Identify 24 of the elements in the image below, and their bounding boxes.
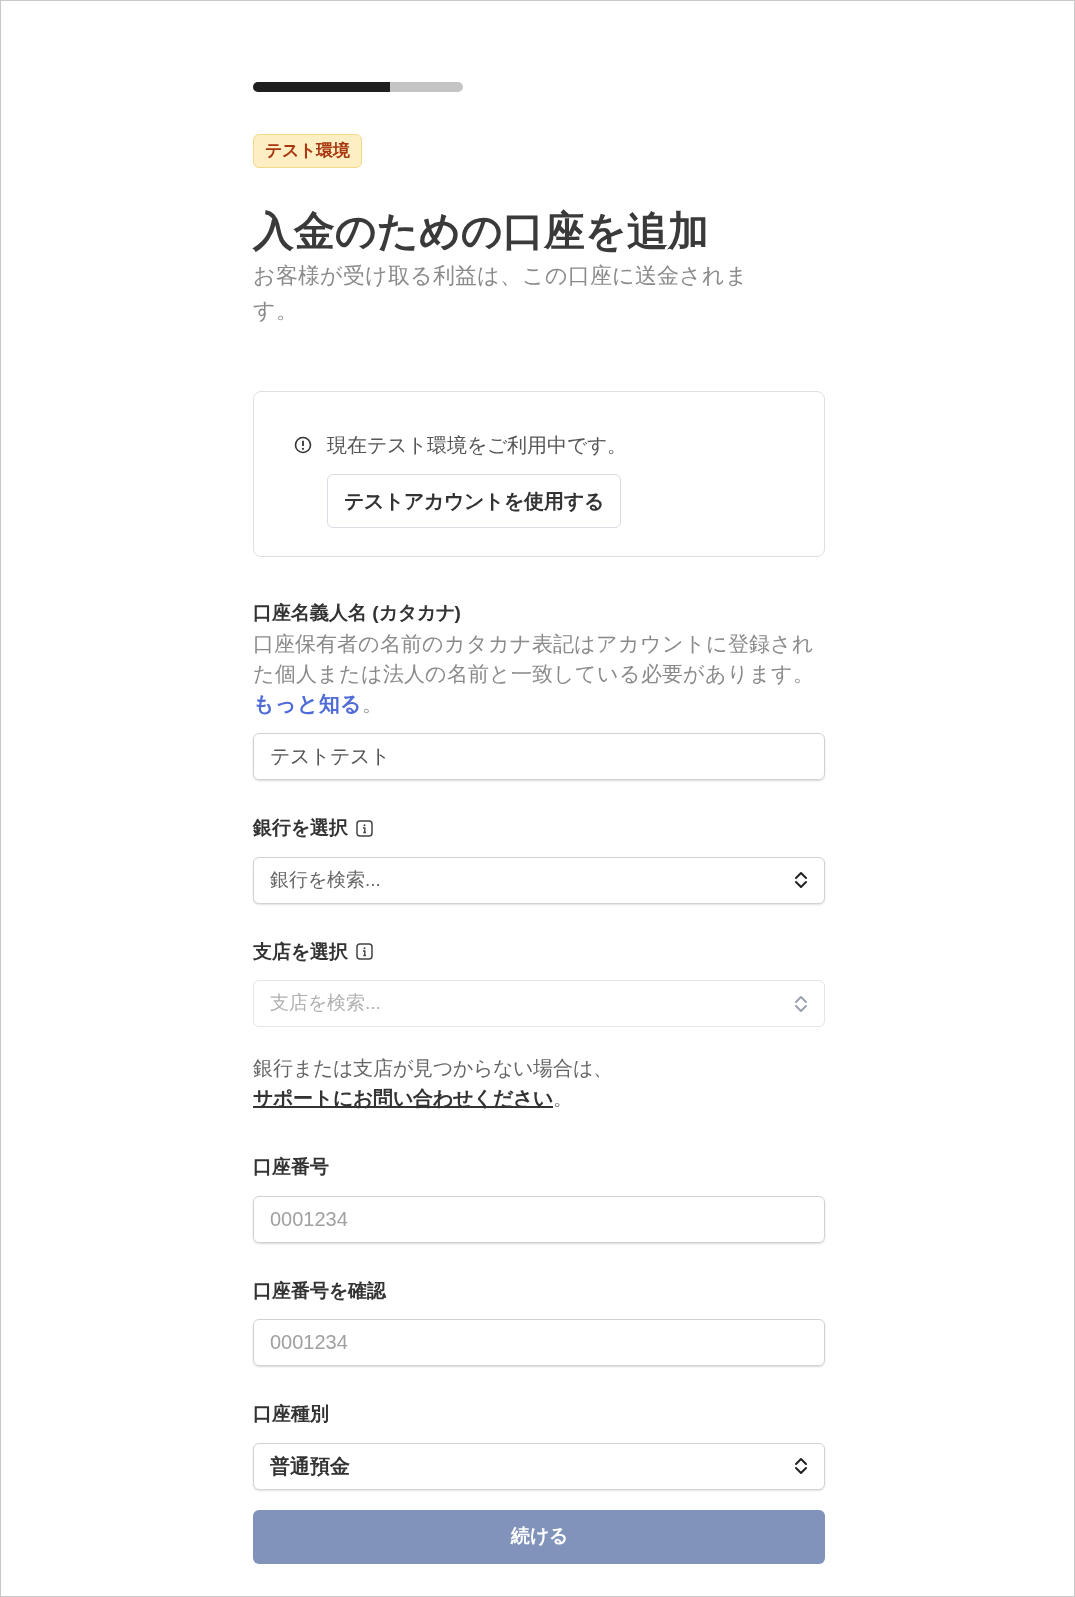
field-label: 支店を選択 <box>253 939 348 964</box>
notice-message: 現在テスト環境をご利用中です。 <box>327 432 627 458</box>
text-input-field[interactable]: テストテスト <box>253 733 825 780</box>
page-title: 入金のための口座を追加 <box>253 206 710 256</box>
alert-icon <box>294 435 312 454</box>
chevron-updown-icon <box>794 993 808 1014</box>
field-label: 口座種別 <box>253 1402 329 1426</box>
select-field[interactable]: 銀行を検索... <box>253 856 825 904</box>
help-text: 銀行または支店が見つからない場合は、 サポートにお問い合わせください。 <box>253 1056 614 1111</box>
field-label: 口座名義人名 (カタカナ) <box>253 600 461 625</box>
field-label: 口座番号を確認 <box>253 1278 386 1303</box>
field-label: 口座番号 <box>253 1155 329 1179</box>
page-subtitle: お客様が受け取る利益は、この口座に送金されます。 <box>253 261 749 325</box>
chevron-updown-icon <box>794 870 808 890</box>
learn-more-link[interactable]: もっと知る <box>253 692 362 715</box>
test-account-button[interactable]: テストアカウントを使用する <box>327 473 621 528</box>
text-input-field[interactable]: 0001234 <box>253 1319 825 1366</box>
environment-badge: テスト環境 <box>253 134 362 168</box>
support-link[interactable]: サポートにお問い合わせください <box>253 1087 553 1109</box>
select-field[interactable]: 普通預金 <box>253 1442 825 1490</box>
text-input-field[interactable]: 0001234 <box>253 1195 825 1243</box>
chevron-updown-icon <box>794 1456 808 1476</box>
field-label: 銀行を選択 <box>253 816 348 840</box>
field-description: 口座保有者の名前のカタカナ表記はアカウントに登録された個人または法人の名前と一致している必要があります。 もっと知る。 <box>253 631 815 717</box>
